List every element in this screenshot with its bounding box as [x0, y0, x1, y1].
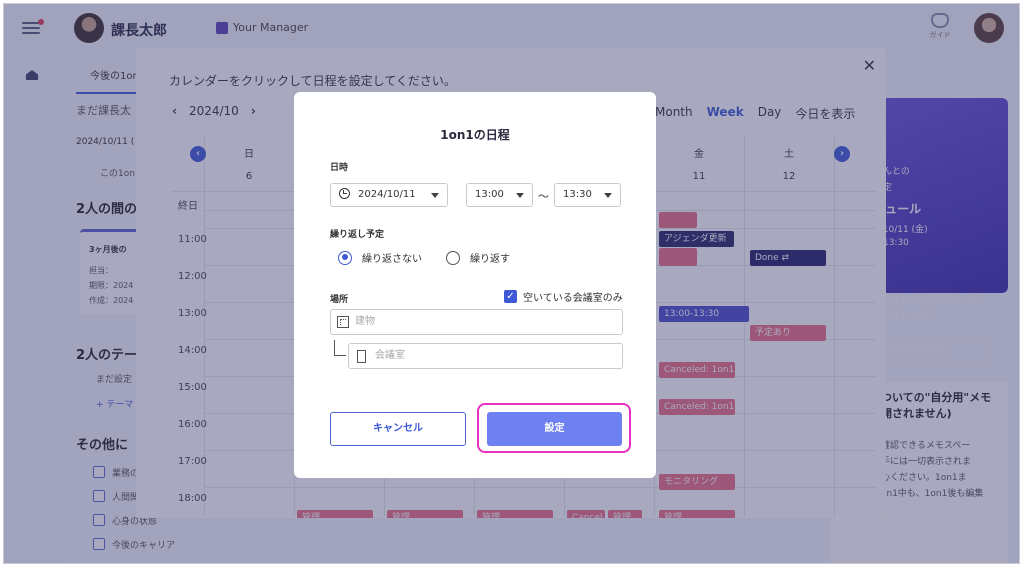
chevron-down-icon [431, 193, 439, 198]
schedule-dialog: 1on1の日程 日時 2024/10/11 13:00 〜 13:30 繰り返し… [294, 92, 656, 478]
date-select[interactable]: 2024/10/11 [330, 183, 448, 207]
radio-unselected-icon [446, 250, 460, 265]
repeat-label: 繰り返し予定 [330, 230, 385, 240]
room-input[interactable]: 会議室 [348, 343, 623, 369]
app-window: 課長太郎 Your Manager ガイド 今後の1on まだ課長太 2024/… [3, 3, 1020, 564]
chevron-down-icon [516, 193, 524, 198]
tree-connector [334, 340, 346, 356]
cancel-button[interactable]: キャンセル [330, 412, 466, 446]
start-time-select[interactable]: 13:00 [466, 183, 533, 207]
building-input[interactable]: 建物 [330, 309, 623, 335]
range-separator: 〜 [538, 190, 549, 203]
dialog-title: 1on1の日程 [440, 128, 510, 142]
checkmark-icon: ✓ [504, 290, 517, 303]
chevron-down-icon [604, 193, 612, 198]
confirm-button[interactable]: 設定 [487, 412, 622, 446]
datetime-label: 日時 [330, 163, 349, 173]
radio-no-repeat[interactable]: 繰り返さない [338, 250, 422, 265]
available-rooms-checkbox[interactable]: ✓ 空いている会議室のみ [504, 289, 623, 304]
radio-repeat[interactable]: 繰り返す [446, 250, 510, 265]
building-icon [337, 316, 349, 328]
place-label: 場所 [330, 295, 349, 305]
radio-selected-icon [338, 250, 352, 265]
door-icon [357, 350, 366, 363]
end-time-select[interactable]: 13:30 [554, 183, 621, 207]
clock-icon [339, 188, 350, 199]
